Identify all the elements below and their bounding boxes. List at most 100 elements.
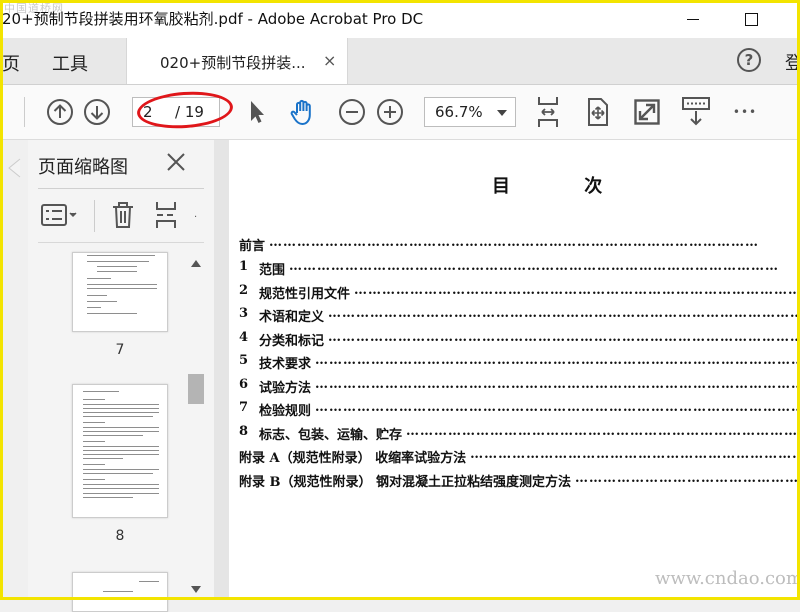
- thumb-text-line: [83, 464, 105, 465]
- thumb-text-line: [87, 313, 137, 314]
- toc-item[interactable]: 6 试验方法……………………………………………………………………………………………: [239, 377, 800, 395]
- toc-item[interactable]: 附录 B（规范性附录） 钢对混凝土正拉粘结强度测定方法……………………………………: [239, 471, 800, 489]
- help-icon[interactable]: ?: [737, 48, 761, 72]
- scrollbar-thumb[interactable]: [188, 374, 204, 404]
- toc-number: 7: [239, 400, 249, 415]
- page-thumbnail-8[interactable]: [72, 384, 168, 518]
- page-thumbnail-7[interactable]: [72, 252, 168, 332]
- zoom-value: 66.7%: [435, 103, 483, 121]
- menu-bar: 页 工具 020+预制节段拼装... × ? 登: [0, 38, 800, 85]
- toc-leader-dots: ……………………………………………………………………………………………: [328, 306, 800, 321]
- title-bar: 中国道桥网 20+预制节段拼装用环氧胶粘剂.pdf - Adobe Acroba…: [0, 0, 800, 38]
- full-screen-button[interactable]: [631, 96, 663, 128]
- thumb-text-line: [97, 266, 137, 267]
- toc-number: 8: [239, 424, 249, 439]
- thumb-text-line: [83, 446, 159, 447]
- fit-width-button[interactable]: [532, 96, 564, 128]
- thumb-text-line: [139, 581, 159, 582]
- window-title: 20+预制节段拼装用环氧胶粘剂.pdf - Adobe Acrobat Pro …: [2, 10, 424, 28]
- more-tools-icon[interactable]: •••: [729, 96, 761, 128]
- thumb-text-line: [87, 295, 107, 296]
- arrow-up-circle-icon: [47, 99, 73, 125]
- thumb-text-line: [83, 427, 159, 428]
- scroll-down-icon[interactable]: [191, 586, 201, 593]
- thumb-text-line: [83, 488, 159, 489]
- next-page-button[interactable]: [81, 96, 113, 128]
- toc-leader-dots: ……………………………………………………………………………………………: [328, 330, 800, 345]
- zoom-in-button[interactable]: [374, 96, 406, 128]
- toc-item[interactable]: 7 检验规则……………………………………………………………………………………………: [239, 400, 800, 418]
- toc-leader-dots: ……………………………………………………………………………………………: [354, 283, 800, 298]
- page-number-field[interactable]: 2 / 19: [132, 97, 220, 127]
- cursor-arrow-icon: [251, 101, 264, 123]
- thumb-text-line: [83, 399, 105, 400]
- hand-tool-button[interactable]: [287, 96, 319, 128]
- thumb-text-line: [87, 278, 111, 279]
- minimize-icon: [687, 18, 699, 20]
- close-icon[interactable]: [166, 152, 186, 172]
- toc-text: 前言: [239, 239, 266, 253]
- login-button[interactable]: 登: [785, 49, 800, 75]
- thumbnail-options-button[interactable]: [40, 200, 80, 230]
- zoom-out-button[interactable]: [336, 96, 368, 128]
- list-options-icon: [41, 204, 77, 226]
- delete-page-button[interactable]: [108, 200, 138, 230]
- thumb-text-line: [83, 469, 159, 470]
- zoom-out-icon: [339, 99, 365, 125]
- main-toolbar: 2 / 19 66.7% •••: [0, 85, 800, 140]
- menu-home[interactable]: 页: [2, 50, 20, 76]
- toc-item[interactable]: 4 分类和标记……………………………………………………………………………………………: [239, 330, 800, 348]
- toc-item[interactable]: 附录 A（规范性附录） 收缩率试验方法…………………………………………………………: [239, 447, 800, 465]
- tab-close-icon[interactable]: ×: [323, 51, 336, 70]
- minimize-button[interactable]: [680, 8, 706, 30]
- toc-item[interactable]: 5 技术要求……………………………………………………………………………………………: [239, 353, 800, 371]
- more-panel-options-icon[interactable]: ·: [194, 212, 197, 223]
- toc-number: 2: [239, 283, 249, 298]
- toc-number: 4: [239, 330, 249, 345]
- menu-tools[interactable]: 工具: [52, 50, 88, 76]
- zoom-select[interactable]: 66.7%: [424, 97, 516, 127]
- toc-text: 术语和定义: [259, 310, 325, 324]
- thumb-text-line: [83, 473, 153, 474]
- thumbnail-page-number: 7: [115, 342, 125, 358]
- thumb-text-line: [83, 404, 159, 405]
- scroll-up-icon[interactable]: [191, 260, 201, 267]
- keyboard-download-icon: [682, 97, 710, 126]
- left-navigation-strip: [0, 140, 29, 600]
- thumb-text-line: [129, 597, 159, 598]
- document-tab[interactable]: 020+预制节段拼装... ×: [126, 38, 348, 84]
- thumb-text-line: [87, 288, 157, 289]
- fit-page-button[interactable]: [582, 96, 614, 128]
- thumb-text-line: [83, 493, 159, 494]
- select-tool-button[interactable]: [240, 96, 272, 128]
- toc-item[interactable]: 8 标志、包装、运输、贮存……………………………………………………………………………: [239, 424, 800, 442]
- maximize-button[interactable]: [738, 8, 764, 30]
- hand-icon: [290, 99, 311, 125]
- toc-item[interactable]: 1 范围……………………………………………………………………………………………: [239, 259, 800, 277]
- toolbar-separator: [24, 97, 25, 127]
- thumb-text-line: [83, 435, 143, 436]
- current-page-input[interactable]: 2: [143, 103, 153, 121]
- page-thumbnail-9[interactable]: [72, 572, 168, 612]
- toc-leader-dots: ……………………………………………………………………………………………: [470, 447, 800, 462]
- toc-text: 附录 A（规范性附录） 收缩率试验方法: [239, 451, 467, 465]
- toc-item[interactable]: 3 术语和定义……………………………………………………………………………………………: [239, 306, 800, 324]
- chevron-down-icon: [497, 110, 507, 116]
- tab-label: 020+预制节段拼装...: [160, 54, 306, 72]
- expand-icon: [634, 99, 660, 125]
- thumbnail-scrollbar[interactable]: [186, 248, 206, 600]
- thumbnail-panel: 页面缩略图 · 7 8: [28, 140, 215, 612]
- thumb-text-line: [87, 255, 155, 256]
- fit-width-icon: [538, 97, 558, 127]
- toc-item[interactable]: 2 规范性引用文件………………………………………………………………………………………: [239, 283, 800, 301]
- panel-toolbar-separator: [94, 200, 95, 232]
- thumb-text-line: [87, 301, 117, 302]
- toc-leader-dots: ……………………………………………………………………………………………: [269, 235, 760, 250]
- insert-page-button[interactable]: [152, 200, 182, 230]
- toc-item[interactable]: 前言……………………………………………………………………………………………: [239, 235, 800, 253]
- toc-text: 规范性引用文件: [259, 287, 351, 301]
- thumb-text-line: [87, 261, 149, 262]
- toc-text: 附录 B（规范性附录） 钢对混凝土正拉粘结强度测定方法: [239, 475, 572, 489]
- previous-page-button[interactable]: [44, 96, 76, 128]
- read-mode-button[interactable]: [680, 96, 712, 128]
